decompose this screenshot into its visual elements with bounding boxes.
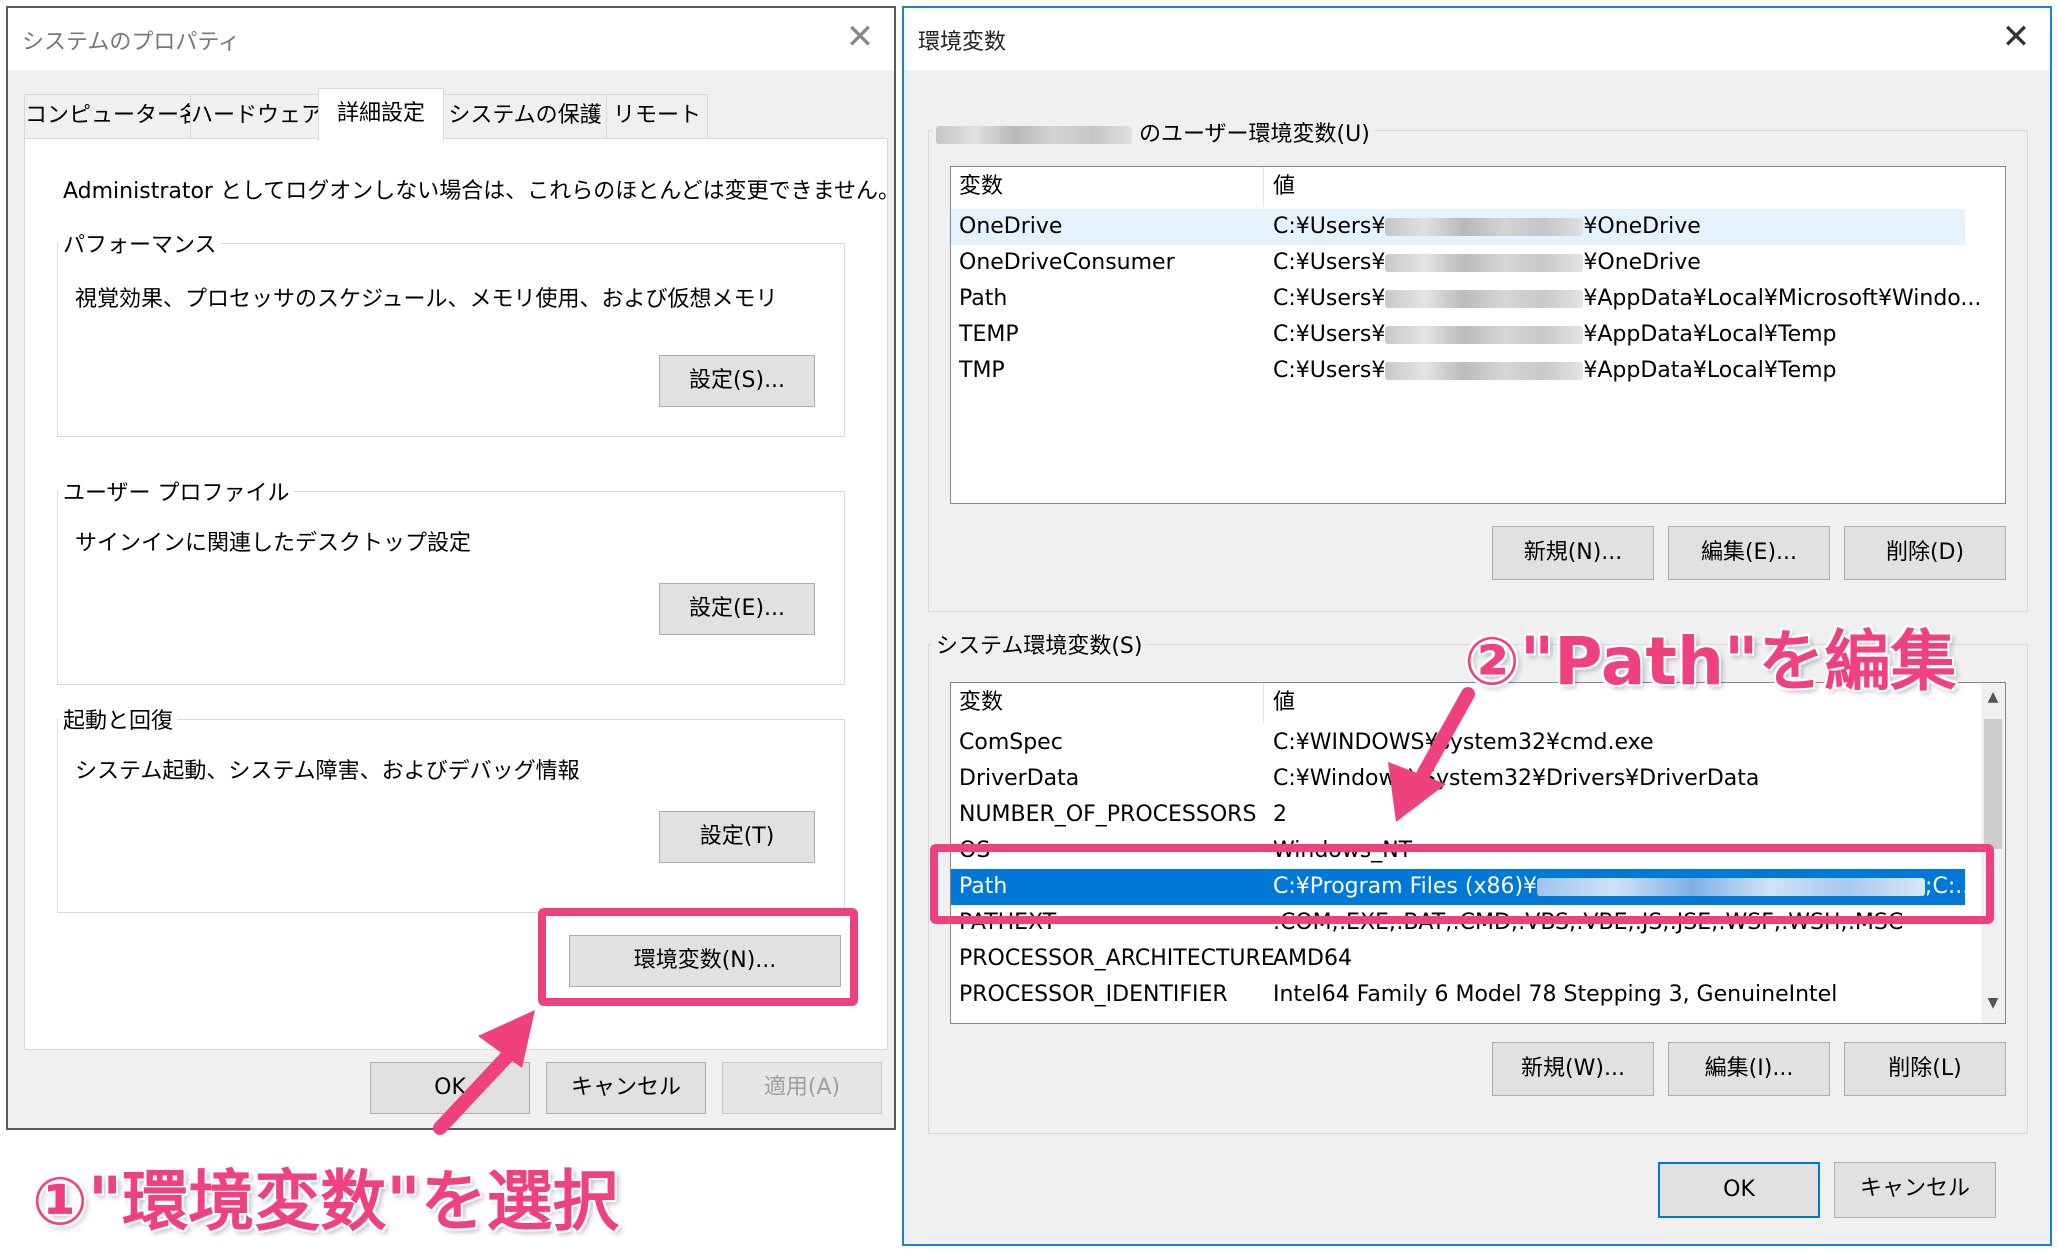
col-variable-header[interactable]: 変数 <box>959 167 1003 207</box>
close-icon[interactable]: ✕ <box>840 20 880 60</box>
cancel-button[interactable]: キャンセル <box>546 1062 706 1114</box>
list-header: 変数 値 <box>951 167 2005 207</box>
user-profile-settings-button[interactable]: 設定(E)... <box>659 583 815 635</box>
user-profile-desc: サインインに関連したデスクトップ設定 <box>75 531 472 556</box>
startup-settings-button[interactable]: 設定(T) <box>659 811 815 863</box>
admin-note: Administrator としてログオンしない場合は、これらのほとんどは変更で… <box>63 179 900 204</box>
list-item[interactable]: ComSpec C:¥WINDOWS¥system32¥cmd.exe <box>951 725 1981 761</box>
step1-annotation: ①"環境変数"を選択 <box>32 1163 619 1240</box>
startup-label: 起動と回復 <box>59 703 178 735</box>
path-row-highlight <box>930 844 1994 924</box>
env-button-highlight <box>538 908 858 1006</box>
scroll-thumb[interactable] <box>1984 719 2002 849</box>
user-profile-label: ユーザー プロファイル <box>59 475 294 507</box>
col-value-header[interactable]: 値 <box>1273 167 1295 207</box>
list-item[interactable]: Path C:¥Users¥ ¥AppData¥Local¥Microsoft¥W… <box>951 281 1981 317</box>
redacted-username <box>936 126 1132 144</box>
ok-button[interactable]: OK <box>1658 1162 1820 1218</box>
title-bar: システムのプロパティ ✕ <box>8 8 894 70</box>
tab-remote[interactable]: リモート <box>606 94 708 139</box>
scroll-down-icon[interactable]: ▼ <box>1981 995 2005 1011</box>
system-edit-button[interactable]: 編集(I)... <box>1668 1042 1830 1096</box>
col-variable-header[interactable]: 変数 <box>959 683 1003 723</box>
tab-hardware[interactable]: ハードウェア <box>190 94 323 139</box>
tab-computer-name[interactable]: コンピューター名 <box>24 94 201 139</box>
close-icon[interactable]: ✕ <box>1996 20 2036 60</box>
system-new-button[interactable]: 新規(W)... <box>1492 1042 1654 1096</box>
user-new-button[interactable]: 新規(N)... <box>1492 526 1654 580</box>
cancel-button[interactable]: キャンセル <box>1834 1162 1996 1218</box>
performance-group <box>57 243 845 437</box>
step2-annotation: ②"Path"を編集 <box>1464 623 1957 700</box>
list-item[interactable]: TEMP C:¥Users¥ ¥AppData¥Local¥Temp <box>951 317 1965 353</box>
list-item[interactable]: PROCESSOR_IDENTIFIER Intel64 Family 6 Mo… <box>951 977 1981 1013</box>
performance-settings-button[interactable]: 設定(S)... <box>659 355 815 407</box>
tab-system-protection[interactable]: システムの保護 <box>442 94 608 139</box>
list-item[interactable]: TMP C:¥Users¥ ¥AppData¥Local¥Temp <box>951 353 1965 389</box>
user-vars-label: のユーザー環境変数(U) <box>932 116 1374 148</box>
list-item[interactable]: NUMBER_OF_PROCESSORS 2 <box>951 797 1981 833</box>
window-title: 環境変数 <box>918 30 1007 55</box>
performance-label: パフォーマンス <box>59 227 221 259</box>
user-vars-list[interactable]: 変数 値 OneDrive C:¥Users¥ ¥OneDrive OneDriv… <box>950 166 2006 504</box>
tab-advanced[interactable]: 詳細設定 <box>318 88 444 141</box>
ok-button[interactable]: OK <box>370 1062 530 1114</box>
scroll-up-icon[interactable]: ▲ <box>1981 689 2005 705</box>
window-title: システムのプロパティ <box>22 30 241 55</box>
startup-desc: システム起動、システム障害、およびデバッグ情報 <box>75 759 580 784</box>
performance-desc: 視覚効果、プロセッサのスケジュール、メモリ使用、および仮想メモリ <box>75 287 778 312</box>
list-item[interactable]: OneDrive C:¥Users¥ ¥OneDrive <box>951 209 1965 245</box>
col-value-header[interactable]: 値 <box>1273 683 1295 723</box>
list-item[interactable]: PROCESSOR_ARCHITECTURE AMD64 <box>951 941 1981 977</box>
apply-button[interactable]: 適用(A) <box>722 1062 882 1114</box>
title-bar: 環境変数 ✕ <box>904 8 2050 70</box>
list-item[interactable]: DriverData C:¥Windows¥System32¥Drivers¥D… <box>951 761 1981 797</box>
user-delete-button[interactable]: 削除(D) <box>1844 526 2006 580</box>
system-delete-button[interactable]: 削除(L) <box>1844 1042 2006 1096</box>
user-edit-button[interactable]: 編集(E)... <box>1668 526 1830 580</box>
list-item[interactable]: OneDriveConsumer C:¥Users¥ ¥OneDrive <box>951 245 1965 281</box>
system-vars-label: システム環境変数(S) <box>932 628 1147 660</box>
